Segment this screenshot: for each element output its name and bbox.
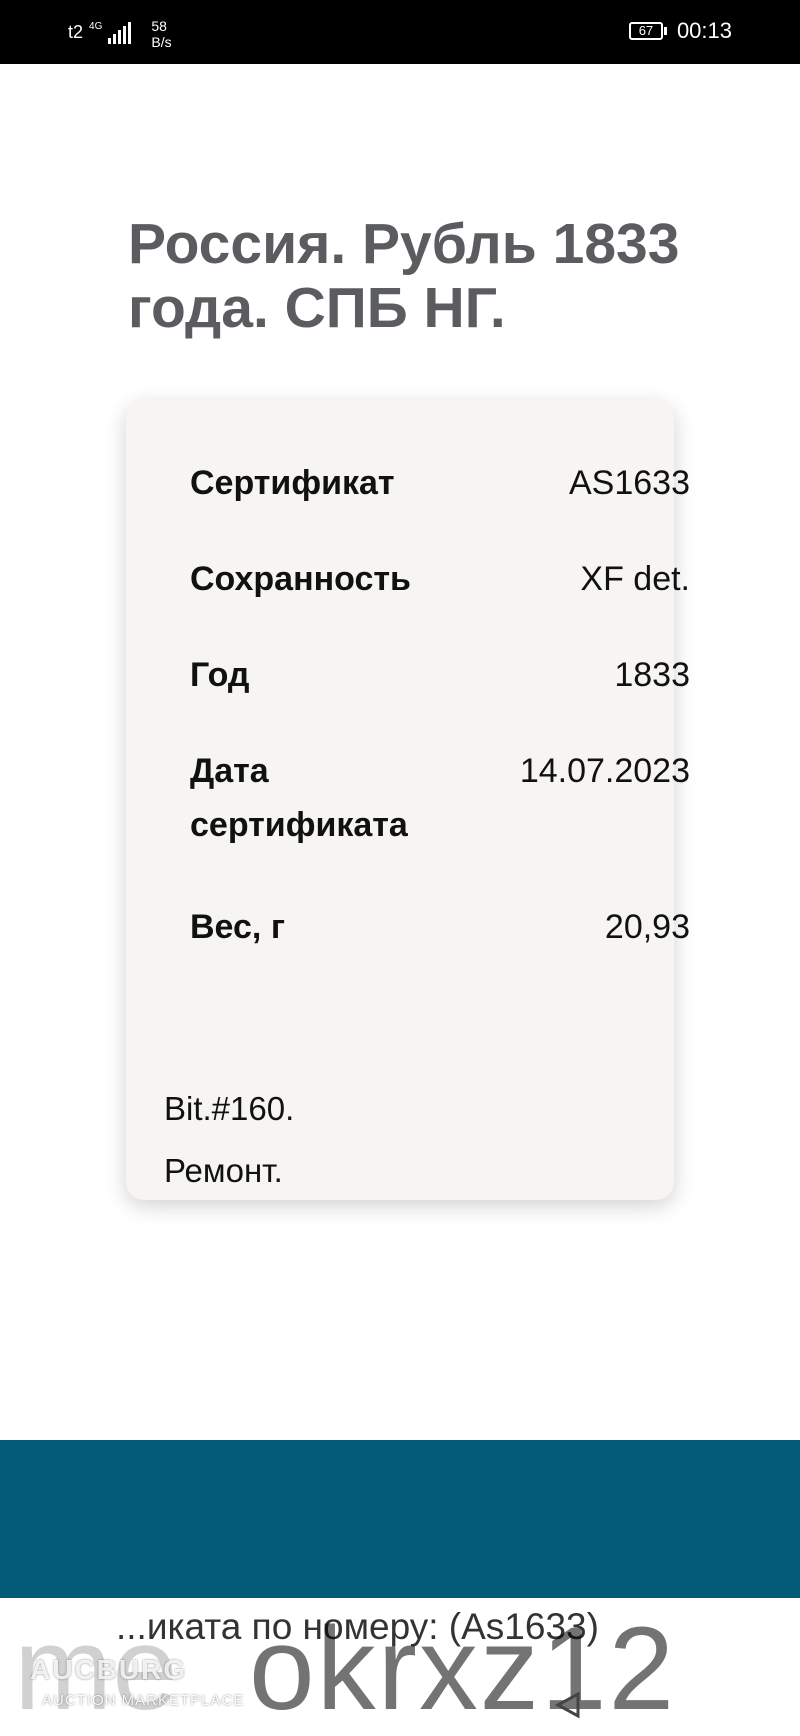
row-label: Вес, г <box>190 908 285 946</box>
status-bar: t2 4G 58 B/s 67 00:13 <box>0 0 800 64</box>
row-label: Сохранность <box>190 560 411 598</box>
data-speed: 58 B/s <box>151 18 171 50</box>
clock: 00:13 <box>676 18 732 43</box>
signal-bars-icon <box>108 22 132 44</box>
search-by-number-link[interactable]: ...иката по номеру: (As1633) <box>116 1606 599 1648</box>
row-value: 14.07.2023 <box>519 752 690 790</box>
row-label: Сертификат <box>190 464 395 502</box>
nav-back-icon[interactable] <box>552 1690 582 1720</box>
row-value: AS1633 <box>569 464 690 502</box>
note-bitkin: Bit.#160. <box>164 1090 295 1127</box>
row-value: 1833 <box>614 656 690 694</box>
status-right: 67 00:13 <box>628 18 732 44</box>
data-speed-unit: B/s <box>151 34 172 50</box>
watermark-brand-logo: AUCBURG <box>30 1654 188 1685</box>
row-value: 20,93 <box>604 908 690 946</box>
row-label: Дата сертификата <box>190 752 408 844</box>
footer-band <box>0 1440 800 1598</box>
carrier-label: t2 <box>68 22 84 42</box>
note-repair: Ремонт. <box>164 1152 283 1189</box>
network-type: 4G <box>89 22 102 32</box>
network-type-label: 4G <box>89 21 103 32</box>
status-left: t2 4G 58 B/s <box>68 18 172 50</box>
data-speed-value: 58 <box>151 18 167 34</box>
row-value: XF det. <box>580 560 690 598</box>
certificate-card: Сертификат AS1633 Сохранность XF det. Го… <box>126 400 690 1200</box>
battery-level: 67 <box>628 22 663 40</box>
page-title: Россия. Рубль 1833 года. СПБ НГ. <box>128 212 680 340</box>
row-label: Год <box>190 656 250 694</box>
watermark-tagline: AUCTION MARKETPLACE <box>42 1692 245 1709</box>
battery-icon: 67 <box>628 22 667 40</box>
